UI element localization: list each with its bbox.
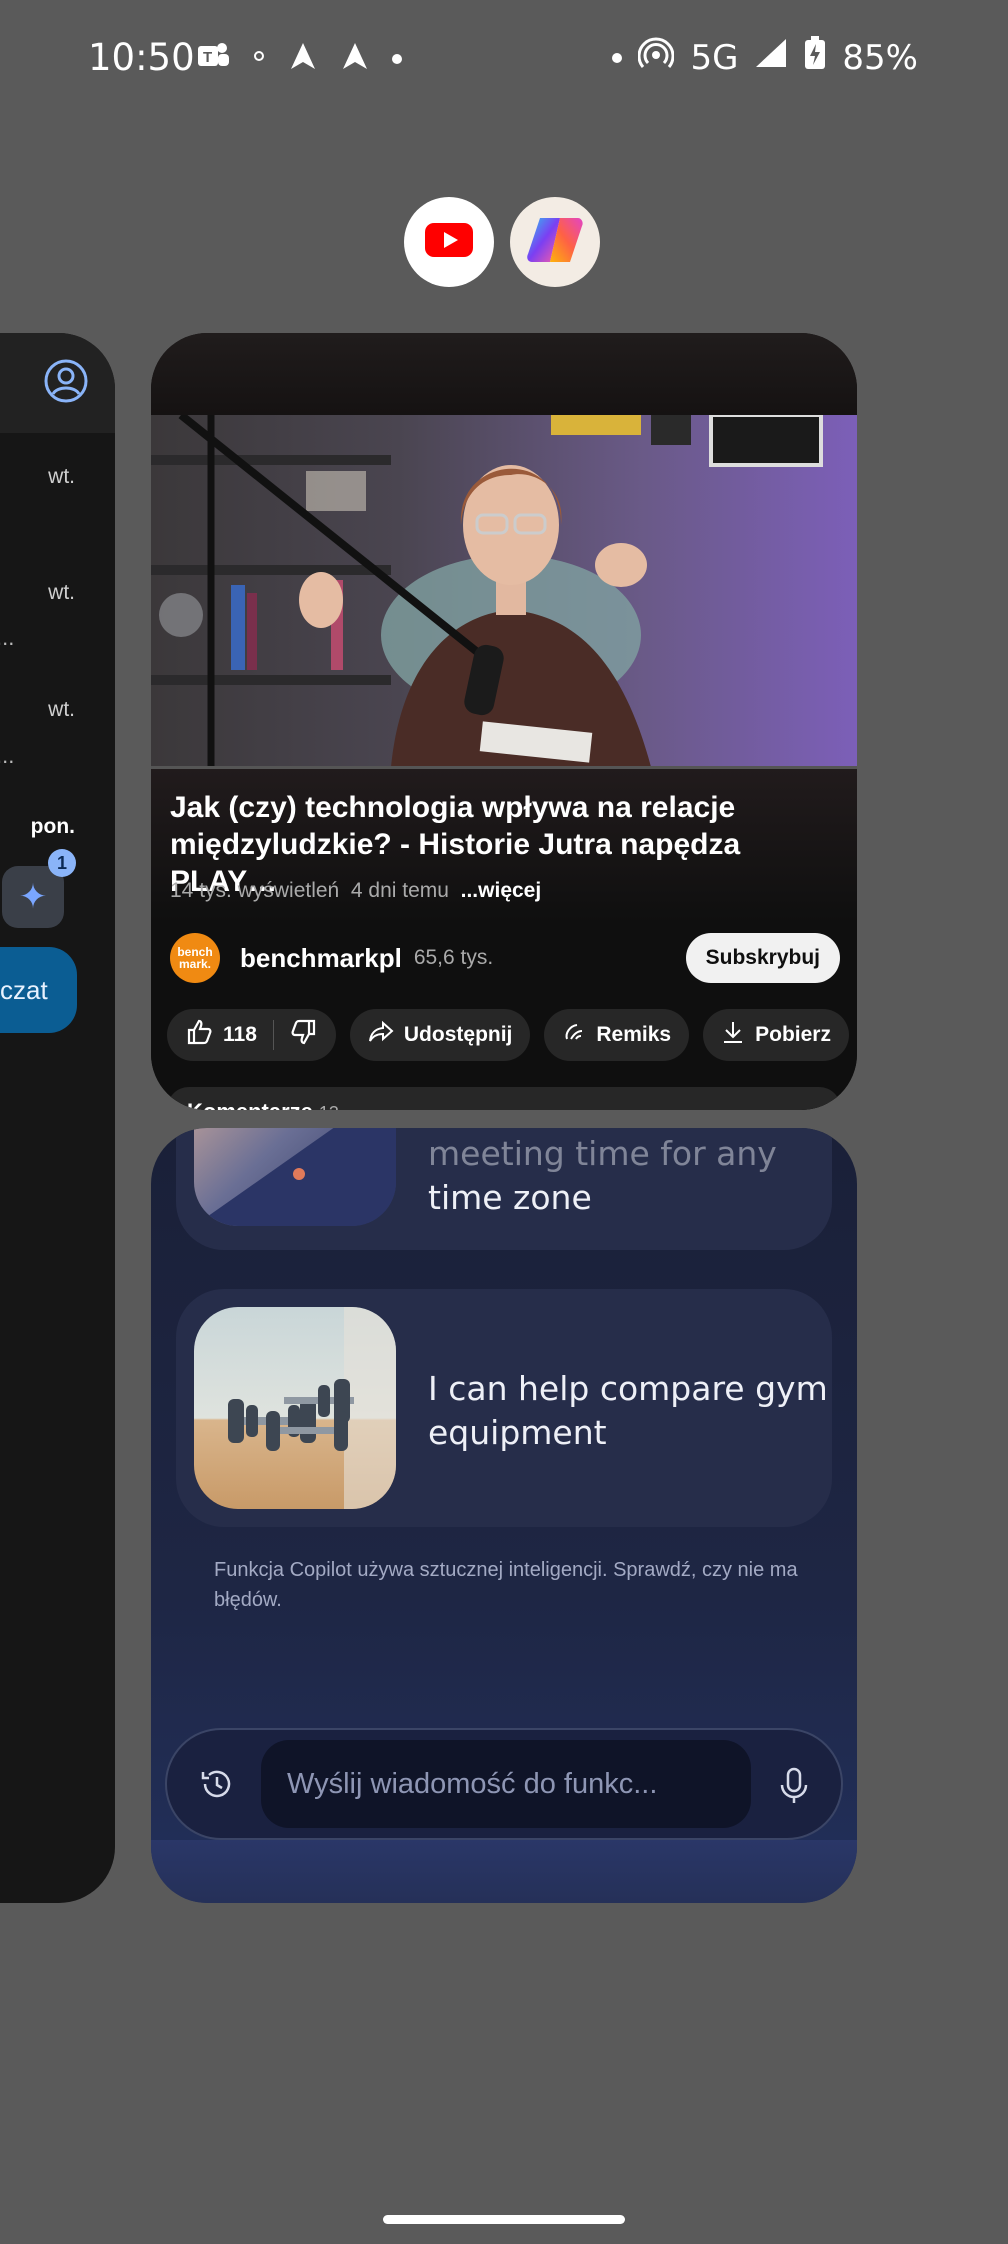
- suggestion-text-line1: meeting time for any: [428, 1134, 777, 1173]
- comments-count: 13: [319, 1103, 339, 1110]
- svg-text:T: T: [203, 49, 212, 66]
- composer-bar: Wyślij wiadomość do funkc...: [165, 1728, 843, 1840]
- truncated-text: ...: [0, 625, 15, 650]
- youtube-icon: [425, 222, 473, 262]
- sparkle-icon: ✦: [18, 878, 48, 916]
- signal-icon: [754, 37, 788, 78]
- message-date: pon.: [30, 815, 75, 838]
- share-label: Udostępnij: [403, 1023, 513, 1046]
- remix-button[interactable]: Remiks: [544, 1009, 690, 1061]
- ai-disclaimer: Funkcja Copilot używa sztucznej intelige…: [214, 1559, 798, 1611]
- like-count: 118: [223, 1023, 257, 1046]
- message-date: wt.: [48, 581, 75, 604]
- video-frame-image: [151, 415, 857, 767]
- hotspot-icon: [638, 37, 675, 78]
- microphone-icon[interactable]: [777, 1766, 811, 1811]
- download-label: Pobierz: [755, 1023, 831, 1046]
- notification-icons: T: [196, 40, 402, 77]
- video-player[interactable]: [151, 415, 857, 767]
- upload-age: 4 dni temu: [350, 879, 449, 902]
- view-count: 14 tys. wyświetleń: [170, 879, 340, 902]
- message-date: wt.: [48, 698, 75, 721]
- channel-name[interactable]: benchmarkpl: [240, 943, 402, 974]
- home-gesture-bar[interactable]: [383, 2215, 625, 2224]
- clock: 10:50: [88, 36, 195, 79]
- dot-icon: [612, 52, 623, 63]
- navigation-arrow-icon: [340, 41, 370, 76]
- recent-app-icons: [404, 197, 600, 287]
- copilot-app-card[interactable]: meeting time for any time zone I can hel…: [151, 1128, 857, 1903]
- thumbs-down-icon[interactable]: [290, 1018, 318, 1052]
- suggestion-text-line2: time zone: [428, 1178, 592, 1217]
- gym-equipment-image: [194, 1307, 396, 1509]
- account-icon[interactable]: [43, 358, 89, 409]
- comments-label: Komentarze: [187, 1099, 313, 1110]
- divider: [272, 1020, 274, 1050]
- suggestion-text: I can help compare gym equipment: [428, 1369, 828, 1452]
- notification-badge: 1: [48, 849, 76, 877]
- youtube-app-icon[interactable]: [404, 197, 494, 287]
- history-icon[interactable]: [199, 1766, 235, 1807]
- more-link[interactable]: ...więcej: [461, 879, 542, 902]
- share-arrow-icon: [368, 1020, 394, 1050]
- video-actions: 118 Udostępnij Remiks Pobierz: [167, 1009, 849, 1061]
- video-meta: 14 tys. wyświetleń 4 dni temu ...więcej: [170, 879, 541, 903]
- youtube-top-bar: [151, 333, 857, 415]
- like-dislike-button[interactable]: 118: [167, 1009, 336, 1061]
- truncated-text: ...: [0, 743, 15, 768]
- suggestion-card-time-zone[interactable]: meeting time for any time zone: [176, 1128, 832, 1250]
- share-button[interactable]: Udostępnij: [349, 1009, 531, 1061]
- subscriber-count: 65,6 tys.: [413, 946, 494, 969]
- network-type: 5G: [690, 37, 739, 78]
- copilot-icon: [526, 214, 584, 271]
- message-date: wt.: [48, 465, 75, 488]
- dot-icon: [392, 53, 402, 64]
- navigation-arrow-icon: [288, 41, 318, 76]
- channel-row: bench mark. benchmarkpl 65,6 tys. Subskr…: [170, 931, 840, 985]
- remix-icon: [562, 1020, 586, 1050]
- battery-percent: 85%: [842, 37, 918, 78]
- download-icon: [721, 1019, 745, 1051]
- suggestion-image: [194, 1128, 396, 1226]
- subscribe-button[interactable]: Subskrybuj: [685, 933, 840, 983]
- left-app-card[interactable]: wt. wt. ... wt. ... pon. ✦ 1 czat: [0, 333, 115, 1903]
- new-chat-button[interactable]: czat: [0, 947, 77, 1033]
- youtube-app-card[interactable]: Jak (czy) technologia wpływa na relacje …: [151, 333, 857, 1110]
- battery-charging-icon: [804, 36, 826, 79]
- small-circle-icon: [252, 49, 266, 68]
- copilot-app-icon[interactable]: [510, 197, 600, 287]
- suggestion-card-gym[interactable]: I can help compare gym equipment: [176, 1289, 832, 1527]
- message-input[interactable]: Wyślij wiadomość do funkc...: [261, 1740, 751, 1828]
- bottom-glow: [151, 1840, 857, 1903]
- download-button[interactable]: Pobierz: [703, 1009, 849, 1061]
- video-details: Jak (czy) technologia wpływa na relacje …: [151, 769, 857, 1110]
- teams-icon: T: [196, 40, 230, 77]
- comments-section[interactable]: Komentarze 13: [167, 1087, 841, 1110]
- thumbs-up-icon[interactable]: [185, 1018, 213, 1052]
- remix-label: Remiks: [596, 1023, 672, 1046]
- system-icons: 5G 85%: [612, 36, 918, 79]
- suggestion-text: meeting time for any time zone: [428, 1132, 777, 1220]
- channel-avatar[interactable]: bench mark.: [170, 933, 220, 983]
- status-bar: 10:50 T 5G 85%: [0, 0, 1008, 120]
